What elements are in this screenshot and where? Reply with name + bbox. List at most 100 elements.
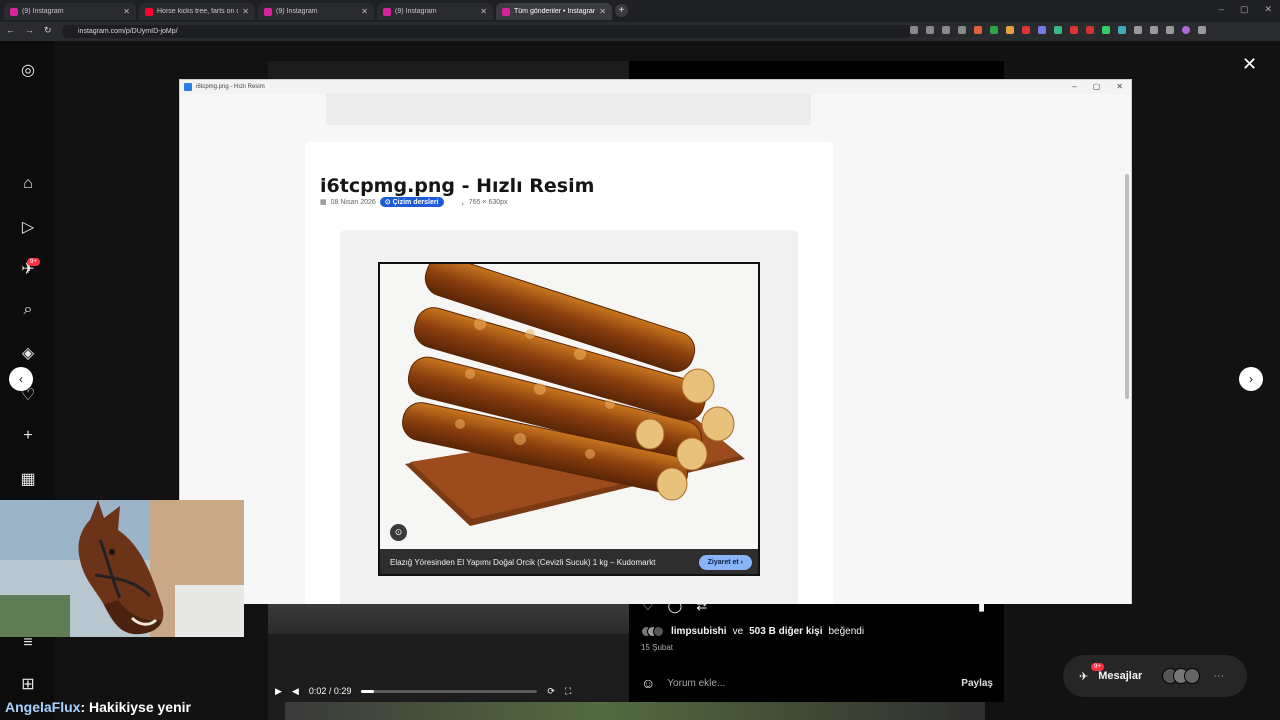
fullscreen-icon[interactable]: ⛶	[565, 686, 571, 697]
extension-icon[interactable]	[1070, 26, 1078, 34]
close-window-icon[interactable]: ✕	[1264, 4, 1272, 15]
apps-icon[interactable]: ⊞	[18, 674, 38, 694]
search-icon[interactable]: ⌕	[18, 301, 38, 319]
browser-tab[interactable]: (9) Instagram ✕	[258, 3, 374, 20]
instagram-icon	[10, 7, 18, 16]
bookmark-star-icon[interactable]	[958, 26, 966, 34]
close-tab-icon[interactable]: ✕	[361, 7, 368, 16]
liker-avatars	[641, 626, 664, 637]
video-progress-fill	[361, 689, 374, 693]
home-icon[interactable]: ⌂	[18, 175, 38, 193]
play-icon[interactable]: ▶	[275, 686, 282, 697]
extension-icon[interactable]	[1102, 26, 1110, 34]
messages-label: Mesajlar	[1098, 670, 1143, 682]
comment-input[interactable]: Yorum ekle...	[667, 678, 725, 689]
dashboard-icon[interactable]: ▦	[18, 469, 38, 489]
explore-icon[interactable]: ◈	[18, 343, 38, 363]
extension-icon[interactable]	[1086, 26, 1094, 34]
next-post-button[interactable]: ›	[1239, 367, 1263, 391]
emoji-icon[interactable]: ☺	[641, 675, 655, 691]
browser-tab-active[interactable]: Tüm gönderiler • Instagram ✕	[496, 3, 612, 20]
cast-icon[interactable]	[942, 26, 950, 34]
viewer-titlebar: i6tcpmg.png - Hızlı Resim – ▢ ✕	[180, 80, 1131, 94]
category-badge[interactable]: ⊙ Çizim dersleri	[379, 197, 444, 207]
viewer-window-controls: – ▢ ✕	[1072, 80, 1123, 94]
instagram-logo-icon[interactable]: ◎	[18, 60, 38, 80]
translate-icon[interactable]	[910, 26, 918, 34]
chat-overlay: AngelaFlux: Hakikiyse yenir	[5, 699, 191, 715]
page-title: i6tcpmg.png - Hızlı Resim	[320, 175, 595, 197]
mute-icon[interactable]: ◀	[292, 686, 299, 697]
nav-buttons: ← → ↻	[6, 25, 52, 36]
youtube-icon	[145, 7, 153, 16]
browser-tab[interactable]: (9) Instagram ✕	[377, 3, 493, 20]
message-avatars	[1162, 668, 1201, 684]
zoom-icon[interactable]	[926, 26, 934, 34]
reels-icon[interactable]: ▷	[18, 217, 38, 237]
category-label: Çizim dersleri	[392, 199, 439, 206]
maximize-icon[interactable]: ▢	[1240, 4, 1249, 15]
close-tab-icon[interactable]: ✕	[242, 7, 249, 16]
next-post-preview	[285, 702, 985, 720]
webcam-overlay	[0, 500, 244, 637]
category-icon: ⊙	[384, 199, 393, 206]
instagram-icon	[383, 7, 391, 16]
new-tab-button[interactable]: +	[615, 4, 628, 17]
post-date: 15 Şubat	[641, 643, 674, 652]
extension-icon[interactable]	[974, 26, 982, 34]
extension-icon[interactable]	[1118, 26, 1126, 34]
image-caption-bar: Elazığ Yöresinden El Yapımı Doğal Orcik …	[380, 549, 758, 574]
messages-icon: ✈	[1079, 670, 1089, 683]
forward-icon[interactable]: →	[25, 25, 34, 36]
lens-search-icon[interactable]: ⊙	[390, 524, 407, 541]
extension-icon[interactable]	[1006, 26, 1014, 34]
likes-others[interactable]: 503 B diğer kişi	[749, 626, 822, 637]
messages-button[interactable]: ✈ 9+ Mesajlar ···	[1063, 655, 1247, 697]
image-viewer-window: i6tcpmg.png - Hızlı Resim – ▢ ✕ i6tcpmg.pn…	[179, 79, 1132, 604]
create-icon[interactable]: +	[18, 427, 38, 445]
browser-tab[interactable]: Horse kicks tree, farts on dog...✕	[139, 3, 255, 20]
more-icon: ···	[1213, 670, 1225, 682]
article-date: 08 Nisan 2026	[330, 198, 376, 206]
likes-verb: beğendi	[828, 626, 865, 637]
replay-icon[interactable]: ⟳	[547, 686, 555, 697]
sidebar-icon[interactable]	[1150, 26, 1158, 34]
chat-message: : Hakikiyse yenir	[80, 699, 191, 715]
close-tab-icon[interactable]: ✕	[123, 7, 130, 16]
close-icon[interactable]: ✕	[1242, 54, 1257, 75]
extension-icon[interactable]	[990, 26, 998, 34]
menu-icon[interactable]	[1198, 26, 1206, 34]
profile-avatar[interactable]	[1182, 26, 1190, 34]
url-input[interactable]: instagram.com/p/DUymID-joMp/	[62, 25, 912, 38]
close-tab-icon[interactable]: ✕	[480, 7, 487, 16]
extension-icon[interactable]	[1038, 26, 1046, 34]
reload-icon[interactable]: ↻	[44, 25, 52, 36]
minimize-icon[interactable]: –	[1219, 4, 1224, 15]
visit-button[interactable]: Ziyaret et ›	[698, 555, 752, 570]
extensions-puzzle-icon[interactable]	[1134, 26, 1142, 34]
downloads-icon[interactable]	[1166, 26, 1174, 34]
post-comment-button[interactable]: Paylaş	[961, 678, 993, 689]
chat-username: AngelaFlux	[5, 699, 81, 715]
comment-row: ☺ Yorum ekle... Paylaş	[641, 674, 993, 692]
close-window-icon[interactable]: ✕	[1116, 80, 1123, 94]
viewer-scrollbar[interactable]	[1125, 174, 1129, 399]
product-photo[interactable]: ⊙ Elazığ Yöresinden El Yapımı Doğal Orci…	[378, 262, 760, 576]
article-meta: ▦ 08 Nisan 2026 ⊙ Çizim dersleri ⌞ 765 ×…	[320, 197, 508, 207]
liker-username[interactable]: limpsubishi	[671, 626, 727, 637]
extension-icon[interactable]	[1022, 26, 1030, 34]
previous-post-button[interactable]: ‹	[9, 367, 33, 391]
maximize-icon[interactable]: ▢	[1093, 80, 1101, 94]
dimensions-icon: ⌞	[461, 199, 465, 206]
extension-icon[interactable]	[1054, 26, 1062, 34]
visit-label: Ziyaret et	[707, 559, 739, 566]
ad-banner	[326, 94, 811, 125]
browser-tab[interactable]: (9) Instagram ✕	[4, 3, 136, 20]
likes-summary: limpsubishi ve 503 B diğer kişi beğendi	[641, 626, 864, 637]
back-icon[interactable]: ←	[6, 25, 15, 36]
video-progress-bar[interactable]	[361, 689, 538, 693]
close-tab-icon[interactable]: ✕	[599, 7, 606, 16]
likes-conjunction: ve	[732, 626, 744, 637]
notification-badge: 9+	[27, 258, 40, 266]
minimize-icon[interactable]: –	[1072, 80, 1076, 94]
